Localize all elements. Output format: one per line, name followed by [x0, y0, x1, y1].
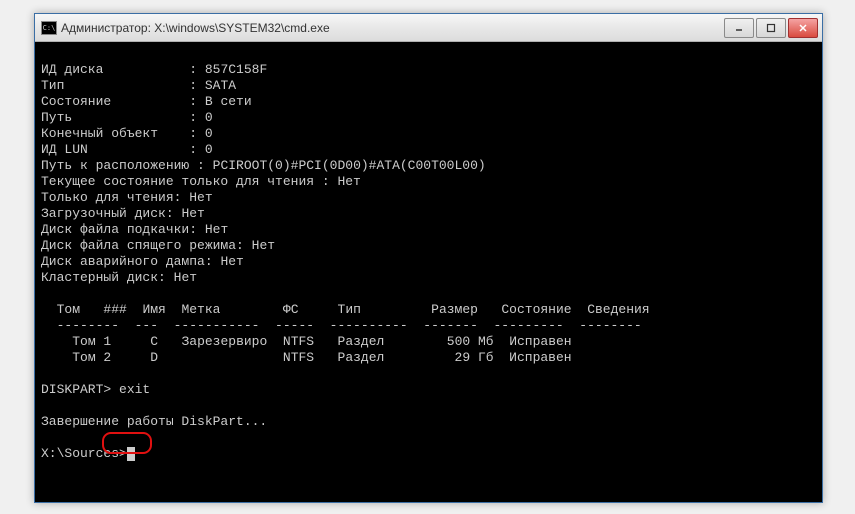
disk-location-line: Путь к расположению : PCIROOT(0)#PCI(0D0…: [41, 158, 486, 173]
disk-state-line: Состояние : В сети: [41, 94, 252, 109]
disk-id-line: ИД диска : 857C158F: [41, 62, 267, 77]
diskpart-prompt: DISKPART>: [41, 382, 111, 397]
exit-message: Завершение работы DiskPart...: [41, 414, 267, 429]
disk-cluster-line: Кластерный диск: Нет: [41, 270, 197, 285]
sources-prompt-line[interactable]: X:\Sources>: [41, 446, 135, 461]
window-controls: [722, 18, 818, 38]
disk-path-line: Путь : 0: [41, 110, 213, 125]
cmd-window: C:\ Администратор: X:\windows\SYSTEM32\c…: [34, 13, 823, 503]
terminal-output[interactable]: ИД диска : 857C158F Тип : SATA Состояние…: [35, 42, 822, 502]
disk-boot-line: Загрузочный диск: Нет: [41, 206, 205, 221]
table-header: Том ### Имя Метка ФС Тип Размер Состояни…: [41, 302, 650, 317]
cmd-icon: C:\: [41, 21, 57, 35]
table-row: Том 1 C Зарезервиро NTFS Раздел 500 Мб И…: [41, 334, 572, 349]
disk-hibernate-line: Диск файла спящего режима: Нет: [41, 238, 275, 253]
disk-readonly-line: Только для чтения: Нет: [41, 190, 213, 205]
titlebar[interactable]: C:\ Администратор: X:\windows\SYSTEM32\c…: [35, 14, 822, 42]
disk-type-line: Тип : SATA: [41, 78, 236, 93]
window-title: Администратор: X:\windows\SYSTEM32\cmd.e…: [61, 21, 718, 35]
minimize-button[interactable]: [724, 18, 754, 38]
cursor: [127, 447, 135, 461]
disk-target-line: Конечный объект : 0: [41, 126, 213, 141]
table-separator: -------- --- ----------- ----- ---------…: [41, 318, 642, 333]
disk-readonly-current-line: Текущее состояние только для чтения : Не…: [41, 174, 361, 189]
exit-command: exit: [119, 382, 150, 397]
table-row: Том 2 D NTFS Раздел 29 Гб Исправен: [41, 350, 572, 365]
disk-pagefile-line: Диск файла подкачки: Нет: [41, 222, 228, 237]
close-button[interactable]: [788, 18, 818, 38]
disk-lun-line: ИД LUN : 0: [41, 142, 213, 157]
disk-crashdump-line: Диск аварийного дампа: Нет: [41, 254, 244, 269]
maximize-button[interactable]: [756, 18, 786, 38]
diskpart-prompt-line: DISKPART> exit: [41, 382, 150, 397]
